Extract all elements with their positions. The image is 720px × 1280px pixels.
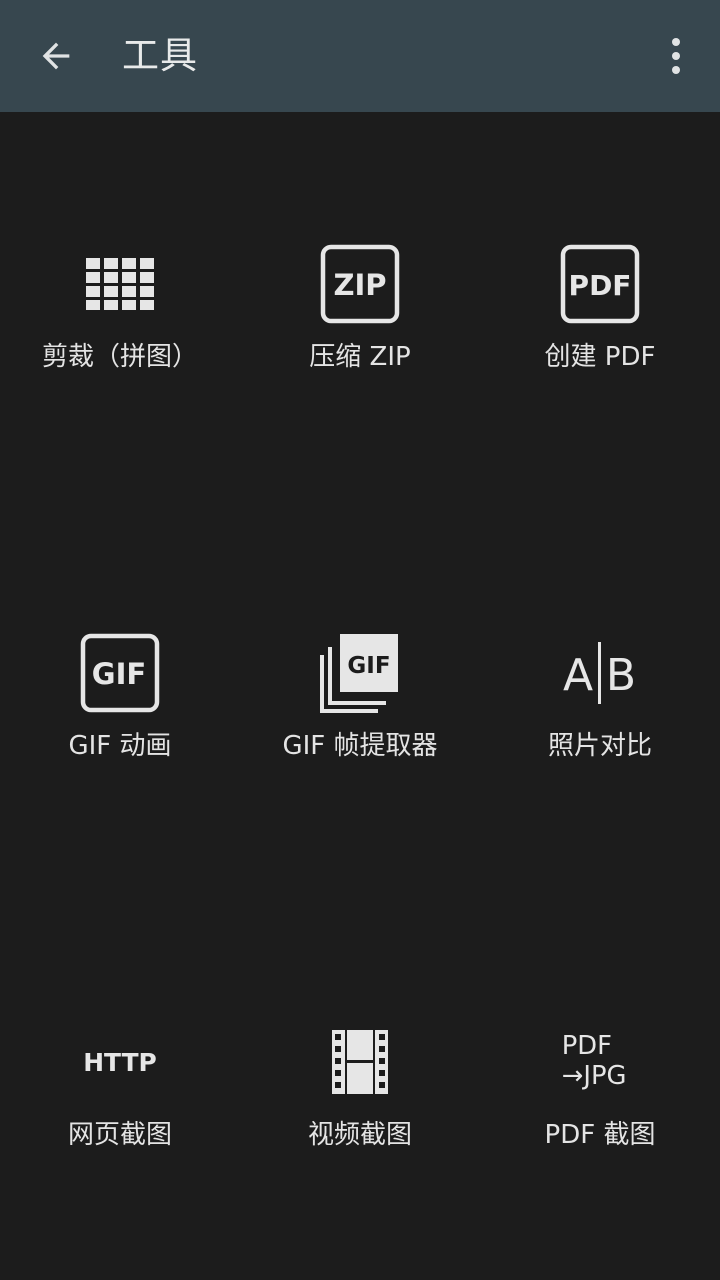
tool-label: 剪裁（拼图） (41, 342, 198, 372)
tool-webpage-screenshot[interactable]: HTTP 网页截图 (0, 1022, 240, 1222)
zip-icon: ZIP (320, 244, 400, 324)
more-vert-icon (672, 38, 680, 74)
tool-label: 视频截图 (307, 1120, 412, 1150)
svg-text:ZIP: ZIP (333, 268, 386, 302)
gif-frames-icon: GIF (320, 634, 398, 713)
app-bar: 工具 (0, 0, 720, 112)
tool-crop-collage[interactable]: 剪裁（拼图） (0, 244, 240, 444)
tool-create-pdf[interactable]: PDF 创建 PDF (480, 244, 720, 444)
svg-text:HTTP: HTTP (83, 1048, 157, 1077)
grid-icon (86, 258, 154, 310)
gif-icon: GIF (80, 633, 160, 713)
tool-label: 网页截图 (67, 1120, 172, 1150)
more-options-button[interactable] (648, 24, 704, 88)
tools-grid: 剪裁（拼图） ZIP 压缩 ZIP PDF 创建 PDF GIF GIF 动画 (0, 112, 720, 1280)
film-icon (332, 1030, 388, 1094)
tool-label: PDF 截图 (544, 1120, 656, 1150)
tool-pdf-screenshot[interactable]: PDF →JPG PDF 截图 (480, 1022, 720, 1222)
tool-gif-animation[interactable]: GIF GIF 动画 (0, 633, 240, 833)
tool-label: 压缩 ZIP (309, 342, 411, 372)
svg-text:→JPG: →JPG (562, 1061, 627, 1091)
page-title: 工具 (122, 34, 198, 77)
svg-text:B: B (606, 650, 636, 701)
svg-text:A: A (563, 650, 593, 701)
arrow-back-icon (42, 42, 70, 70)
svg-text:PDF: PDF (569, 269, 632, 302)
pdf-icon: PDF (560, 244, 640, 324)
tool-label: GIF 动画 (68, 731, 172, 761)
tool-photo-compare[interactable]: A B 照片对比 (480, 633, 720, 833)
tool-label: 照片对比 (547, 731, 652, 761)
tool-gif-frame-extractor[interactable]: GIF GIF 帧提取器 (240, 633, 480, 833)
tool-label: 创建 PDF (544, 342, 656, 372)
tool-video-screenshot[interactable]: 视频截图 (240, 1022, 480, 1222)
back-button[interactable] (24, 24, 88, 88)
svg-text:GIF: GIF (347, 653, 390, 679)
svg-text:PDF: PDF (562, 1031, 612, 1061)
svg-text:GIF: GIF (92, 657, 146, 691)
pdf-to-jpg-icon: PDF →JPG (562, 1031, 627, 1091)
tool-label: GIF 帧提取器 (282, 731, 438, 761)
ab-compare-icon: A B (563, 642, 636, 704)
http-icon: HTTP (83, 1048, 157, 1077)
tool-compress-zip[interactable]: ZIP 压缩 ZIP (240, 244, 480, 444)
